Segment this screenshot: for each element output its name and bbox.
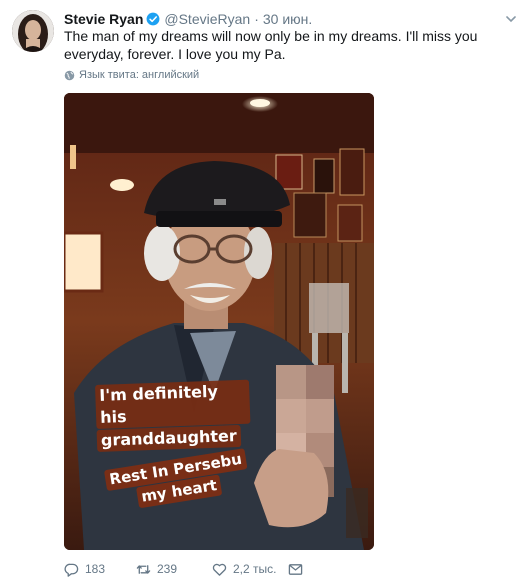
like-icon bbox=[212, 563, 227, 576]
like-button[interactable]: 2,2 тыс. bbox=[212, 562, 288, 577]
tweet-header: Stevie Ryan @StevieRyan · 30 июн. bbox=[64, 10, 312, 28]
author-name[interactable]: Stevie Ryan bbox=[64, 10, 143, 28]
sticker-1-line-1: I'm definitely his bbox=[95, 379, 251, 429]
photo-sticker-granddaughter: I'm definitely his granddaughter bbox=[95, 379, 251, 453]
author-handle[interactable]: @StevieRyan bbox=[164, 10, 250, 28]
avatar[interactable] bbox=[12, 10, 54, 52]
tweet: Stevie Ryan @StevieRyan · 30 июн. The ma… bbox=[0, 0, 530, 586]
header-separator: · bbox=[254, 11, 259, 27]
tweet-photo[interactable]: I'm definitely his granddaughter Rest In… bbox=[64, 93, 374, 550]
chevron-down-icon[interactable] bbox=[504, 12, 518, 26]
reply-icon bbox=[64, 563, 79, 577]
retweet-count: 239 bbox=[157, 562, 178, 576]
retweet-button[interactable]: 239 bbox=[136, 562, 212, 577]
language-note: Язык твита: английский bbox=[79, 69, 200, 81]
direct-message-button[interactable] bbox=[288, 562, 303, 577]
sticker-1-line-2: granddaughter bbox=[96, 424, 242, 452]
reply-count: 183 bbox=[85, 562, 106, 576]
tweet-language: Язык твита: английский bbox=[64, 68, 199, 82]
like-count: 2,2 тыс. bbox=[233, 562, 277, 576]
tweet-text: The man of my dreams will now only be in… bbox=[64, 28, 478, 62]
globe-icon bbox=[64, 70, 75, 81]
verified-badge-icon bbox=[146, 12, 160, 26]
tweet-actions: 183 239 2,2 тыс. bbox=[64, 561, 303, 577]
tweet-date[interactable]: 30 июн. bbox=[263, 10, 312, 28]
reply-button[interactable]: 183 bbox=[64, 562, 136, 577]
retweet-icon bbox=[136, 564, 151, 574]
direct-message-icon bbox=[288, 563, 303, 575]
avatar-image bbox=[12, 10, 54, 52]
